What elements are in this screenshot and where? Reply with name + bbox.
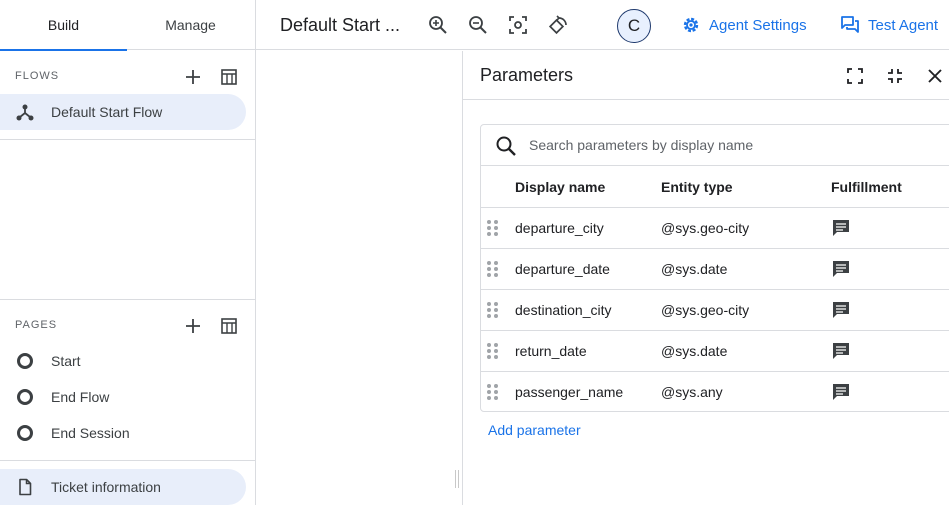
drag-handle-icon[interactable]: [487, 384, 499, 400]
panel-resize-handle[interactable]: [455, 470, 459, 488]
left-sidebar: Build Manage FLOWS Default Start Flow PA…: [0, 0, 256, 505]
add-page-button[interactable]: [181, 314, 205, 338]
close-button[interactable]: [923, 64, 947, 88]
tab-build-label: Build: [47, 17, 80, 33]
sidebar-divider: [0, 299, 255, 300]
circle-icon: [15, 387, 35, 407]
drag-handle-icon[interactable]: [487, 261, 499, 277]
page-item-ticket-information[interactable]: Ticket information: [0, 469, 246, 505]
table-row[interactable]: return_date @sys.date: [481, 331, 949, 372]
param-entity: @sys.date: [661, 261, 728, 277]
search-icon: [496, 136, 516, 156]
center-focus-icon: [509, 16, 527, 34]
pages-section-header: PAGES: [15, 319, 58, 331]
message-icon[interactable]: [831, 382, 851, 402]
fit-to-screen-button[interactable]: [506, 13, 530, 37]
flow-icon: [15, 102, 35, 122]
message-icon[interactable]: [831, 300, 851, 320]
flow-item-label: Default Start Flow: [51, 104, 163, 120]
param-entity: @sys.date: [661, 343, 728, 359]
plus-icon: [186, 70, 200, 84]
param-entity: @sys.any: [661, 384, 723, 400]
message-icon[interactable]: [831, 341, 851, 361]
search-row: [481, 125, 949, 166]
add-parameter-link[interactable]: Add parameter: [488, 422, 581, 438]
column-header-display-name[interactable]: Display name: [515, 166, 605, 207]
param-name: departure_date: [515, 261, 610, 277]
column-header-entity-type[interactable]: Entity type: [661, 166, 733, 207]
page-item-end-flow[interactable]: End Flow: [0, 379, 246, 415]
zoom-out-button[interactable]: [466, 13, 490, 37]
fullscreen-button[interactable]: [843, 64, 867, 88]
test-agent-label: Test Agent: [868, 16, 939, 34]
drag-handle-icon[interactable]: [487, 343, 499, 359]
page-item-label: Ticket information: [51, 479, 161, 495]
flows-table-view-button[interactable]: [217, 65, 241, 89]
table-row[interactable]: departure_city @sys.geo-city: [481, 208, 949, 249]
parameters-table: Display name Entity type Fulfillment dep…: [480, 124, 949, 412]
flow-title: Default Start ...: [280, 15, 401, 35]
pages-table-view-button[interactable]: [217, 314, 241, 338]
page-item-label: Start: [51, 353, 81, 369]
circle-icon: [15, 423, 35, 443]
flows-section-header: FLOWS: [15, 70, 60, 82]
reset-view-button[interactable]: [546, 13, 570, 37]
add-flow-button[interactable]: [181, 65, 205, 89]
page-item-start[interactable]: Start: [0, 343, 246, 379]
table-body: departure_city @sys.geo-city departure_d…: [481, 208, 949, 413]
drag-handle-icon[interactable]: [487, 220, 499, 236]
zoom-in-button[interactable]: [426, 13, 450, 37]
param-name: departure_city: [515, 220, 604, 236]
param-name: passenger_name: [515, 384, 624, 400]
rotate-icon: [548, 15, 567, 35]
top-toolbar: Default Start ... C Agent Settings Test …: [256, 0, 949, 50]
page-item-end-session[interactable]: End Session: [0, 415, 246, 451]
drag-handle-icon[interactable]: [487, 302, 499, 318]
circle-icon: [15, 351, 35, 371]
collapse-button[interactable]: [883, 64, 907, 88]
param-name: return_date: [515, 343, 587, 359]
plus-icon: [186, 319, 200, 333]
param-entity: @sys.geo-city: [661, 220, 750, 236]
table-row[interactable]: departure_date @sys.date: [481, 249, 949, 290]
table-icon: [221, 318, 237, 334]
flow-item-default-start[interactable]: Default Start Flow: [0, 94, 246, 130]
fullscreen-icon: [847, 68, 863, 84]
test-agent-button[interactable]: Test Agent: [840, 0, 938, 50]
table-row[interactable]: destination_city @sys.geo-city: [481, 290, 949, 331]
zoom-out-icon: [469, 16, 487, 34]
table-icon: [221, 69, 237, 85]
avatar-letter: C: [627, 16, 641, 35]
parameters-panel-header: Parameters: [463, 51, 949, 100]
message-icon[interactable]: [831, 218, 851, 238]
param-entity: @sys.geo-city: [661, 302, 750, 318]
page-item-label: End Session: [51, 425, 130, 441]
document-icon: [15, 477, 35, 497]
sidebar-tabs: Build Manage: [0, 0, 255, 51]
flow-canvas[interactable]: [256, 51, 463, 505]
sidebar-divider: [0, 460, 255, 461]
agent-settings-button[interactable]: Agent Settings: [681, 0, 807, 50]
fullscreen-exit-icon: [888, 69, 902, 83]
agent-settings-label: Agent Settings: [709, 16, 807, 34]
tab-manage-label: Manage: [165, 17, 216, 33]
close-icon: [928, 69, 942, 83]
parameters-panel: Parameters Display name Entity type Fulf…: [462, 51, 949, 505]
avatar[interactable]: C: [617, 9, 651, 43]
sidebar-divider: [0, 139, 255, 140]
search-input[interactable]: [529, 133, 929, 157]
chat-icon: [840, 15, 860, 35]
param-name: destination_city: [515, 302, 612, 318]
tab-manage[interactable]: Manage: [127, 0, 254, 50]
column-header-fulfillment[interactable]: Fulfillment: [831, 166, 902, 207]
table-row[interactable]: passenger_name @sys.any: [481, 372, 949, 413]
gear-icon: [681, 15, 701, 35]
zoom-in-icon: [429, 16, 447, 34]
page-item-label: End Flow: [51, 389, 110, 405]
message-icon[interactable]: [831, 259, 851, 279]
tab-build[interactable]: Build: [0, 0, 127, 51]
panel-title: Parameters: [480, 65, 574, 85]
